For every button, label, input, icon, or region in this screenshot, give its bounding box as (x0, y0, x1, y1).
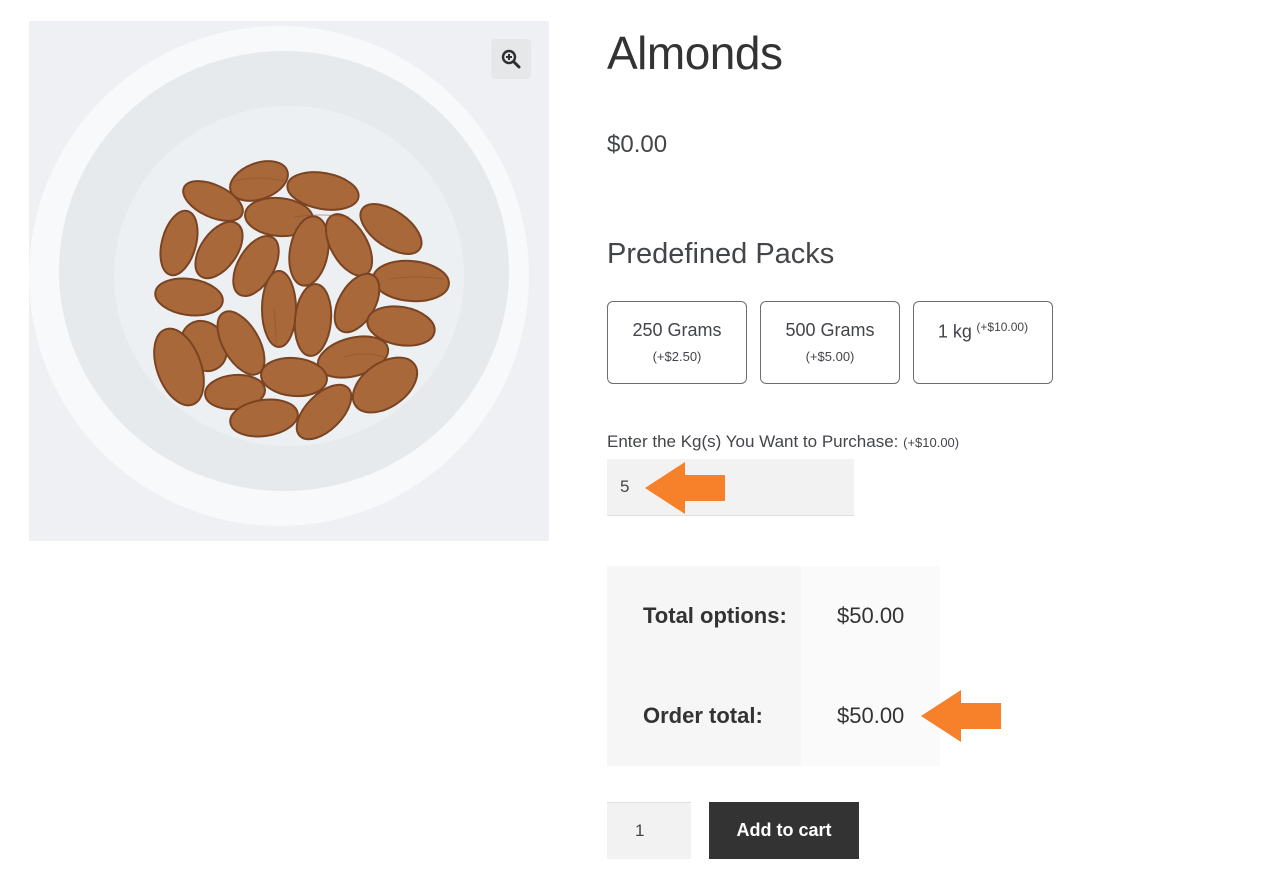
almonds-bowl-image (29, 21, 549, 541)
order-total-label: Order total: (607, 666, 801, 766)
order-total-value: $50.00 (801, 666, 940, 766)
packs-heading: Predefined Packs (607, 238, 835, 270)
pack-price: (+$5.00) (805, 349, 855, 364)
pack-name: 1 kg (937, 321, 972, 342)
pack-price: (+$2.50) (652, 349, 702, 364)
pack-price: (+$10.00) (976, 320, 1029, 334)
pack-name: 250 Grams (632, 320, 722, 340)
product-title: Almonds (607, 27, 783, 79)
pack-options: 250 Grams (+$2.50) 500 Grams (+$5.00) 1 … (607, 301, 1053, 384)
kg-price-note: (+$10.00) (903, 435, 960, 450)
pack-option-500g[interactable]: 500 Grams (+$5.00) (760, 301, 900, 384)
pack-name: 500 Grams (785, 320, 875, 340)
zoom-in-icon (501, 49, 521, 69)
arrow-left-icon (921, 690, 1001, 742)
total-options-label: Total options: (607, 566, 801, 666)
kg-field-label: Enter the Kg(s) You Want to Purchase: (+… (607, 432, 959, 452)
add-to-cart-button[interactable]: Add to cart (709, 802, 859, 859)
table-row: Order total: $50.00 (607, 666, 940, 766)
arrow-left-icon (645, 462, 725, 514)
pack-option-250g[interactable]: 250 Grams (+$2.50) (607, 301, 747, 384)
kg-label-text: Enter the Kg(s) You Want to Purchase: (607, 432, 899, 451)
product-image[interactable] (29, 21, 549, 541)
zoom-button[interactable] (491, 39, 531, 79)
pack-option-1kg[interactable]: 1 kg (+$10.00) (913, 301, 1053, 384)
totals-table: Total options: $50.00 Order total: $50.0… (607, 566, 940, 766)
table-row: Total options: $50.00 (607, 566, 940, 666)
product-price: $0.00 (607, 131, 668, 158)
cart-quantity-input[interactable] (607, 802, 691, 859)
total-options-value: $50.00 (801, 566, 940, 666)
